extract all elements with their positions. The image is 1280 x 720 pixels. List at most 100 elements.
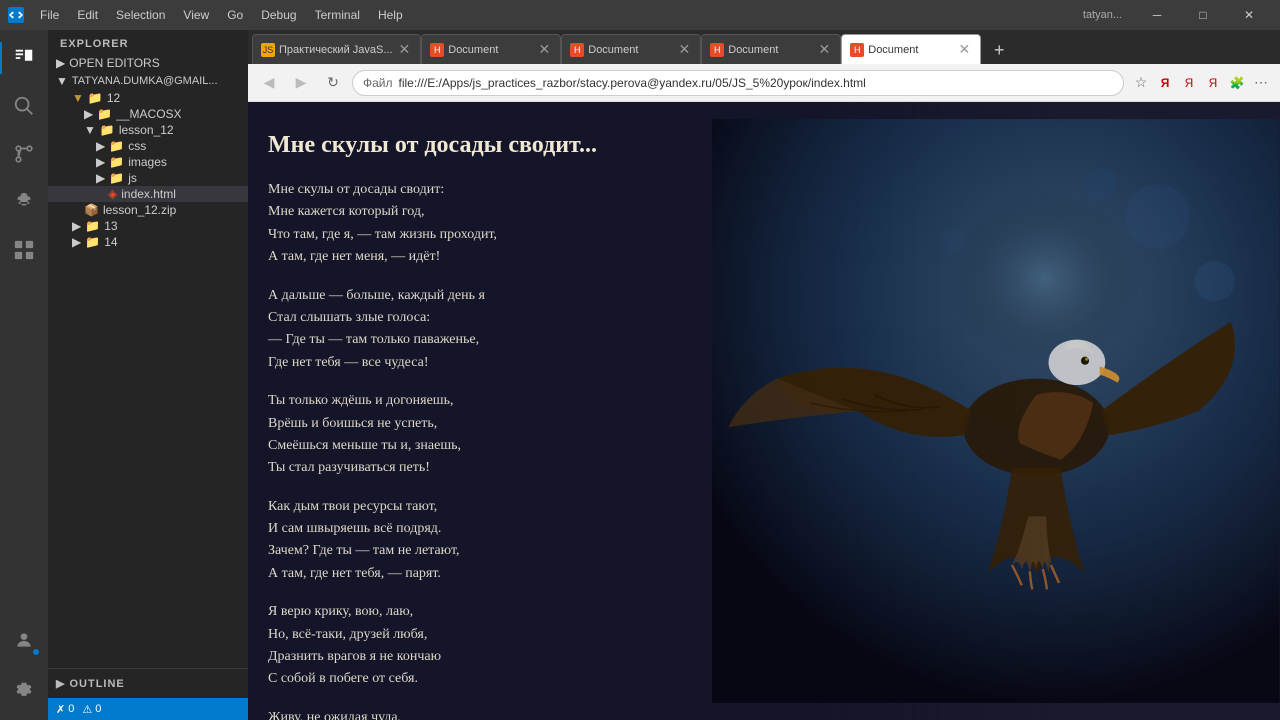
maximize-button[interactable]: □ bbox=[1180, 0, 1226, 30]
poem-stanza-0: Мне скулы от досады сводит: Мне кажется … bbox=[268, 179, 788, 269]
poem-line: — Где ты — там только паваженье, bbox=[268, 329, 788, 351]
tab-0-title: Практический JavaS... bbox=[279, 44, 393, 56]
activity-bottom bbox=[0, 616, 48, 712]
poem-stanza-1: А дальше — больше, каждый день я Стал сл… bbox=[268, 285, 788, 375]
browser-tab-2[interactable]: H Document ✕ bbox=[561, 34, 701, 64]
tab-4-close[interactable]: ✕ bbox=[957, 41, 973, 58]
refresh-button[interactable]: ↻ bbox=[320, 70, 346, 96]
poem-stanza-4: Я верю крику, вою, лаю, Но, всё-таки, др… bbox=[268, 601, 788, 691]
folder-lesson12-icon: 📁 bbox=[100, 123, 115, 137]
poem-line: Но, всё-таки, друзей любя, bbox=[268, 624, 788, 646]
poem-stanza-3: Как дым твои ресурсы тают, И сам швыряеш… bbox=[268, 496, 788, 586]
folder-macosx-label: __MACOSX bbox=[116, 107, 181, 121]
outline-header[interactable]: ▶ OUTLINE bbox=[48, 673, 248, 694]
title-bar-right: tatyan... ─ □ ✕ bbox=[1083, 0, 1272, 30]
poem-line: Живу, не ожидая чуда, bbox=[268, 707, 788, 720]
main-layout: Explorer ▶ OPEN EDITORS ▼ TATYANA.DUMKA@… bbox=[0, 30, 1280, 720]
poem-content: Мне скулы от досады сводит... Мне скулы … bbox=[268, 132, 788, 720]
explorer-activity-icon[interactable] bbox=[0, 34, 48, 82]
folder-js-chevron: ▶ bbox=[96, 171, 105, 185]
menu-terminal[interactable]: Terminal bbox=[307, 6, 368, 24]
folder-13-chevron: ▶ bbox=[72, 219, 81, 233]
folder-images-chevron: ▶ bbox=[96, 155, 105, 169]
folder-13-label: 13 bbox=[104, 219, 117, 233]
window-controls: ─ □ ✕ bbox=[1134, 0, 1272, 30]
title-user: tatyan... bbox=[1083, 9, 1122, 21]
tree-item-lesson12zip[interactable]: 📦 lesson_12.zip bbox=[48, 202, 248, 218]
browser-tab-1[interactable]: H Document ✕ bbox=[421, 34, 561, 64]
open-editors-section[interactable]: ▶ OPEN EDITORS bbox=[48, 54, 248, 72]
status-errors[interactable]: ✗ 0 bbox=[56, 703, 74, 716]
poem-line: С собой в побеге от себя. bbox=[268, 668, 788, 690]
extension-icon[interactable]: 🧩 bbox=[1226, 72, 1248, 94]
back-button[interactable]: ◀ bbox=[256, 70, 282, 96]
menu-go[interactable]: Go bbox=[219, 6, 251, 24]
browser-tab-4[interactable]: H Document ✕ bbox=[841, 34, 981, 64]
poem-line: Как дым твои ресурсы тают, bbox=[268, 496, 788, 518]
poem-line: Мне скулы от досады сводит: bbox=[268, 179, 788, 201]
tree-item-css[interactable]: ▶ 📁 css bbox=[48, 138, 248, 154]
address-text: file:///E:/Apps/js_practices_razbor/stac… bbox=[399, 76, 1113, 90]
search-activity-icon[interactable] bbox=[0, 82, 48, 130]
outline-section: ▶ OUTLINE bbox=[48, 668, 248, 698]
folder-12-chevron: ▼ bbox=[72, 91, 84, 105]
poem-line: Я верю крику, вою, лаю, bbox=[268, 601, 788, 623]
user-section[interactable]: ▼ TATYANA.DUMKA@GMAIL... bbox=[48, 72, 248, 90]
poem-line: А там, где нет тебя, — парят. bbox=[268, 563, 788, 585]
poem-line: Что там, где я, — там жизнь проходит, bbox=[268, 224, 788, 246]
forward-button[interactable]: ▶ bbox=[288, 70, 314, 96]
right-panel: JS Практический JavaS... ✕ H Document ✕ … bbox=[248, 30, 1280, 720]
folder-js-label: js bbox=[128, 171, 137, 185]
browser-tab-0[interactable]: JS Практический JavaS... ✕ bbox=[252, 34, 421, 64]
tree-item-js[interactable]: ▶ 📁 js bbox=[48, 170, 248, 186]
title-bar-left: File Edit Selection View Go Debug Termin… bbox=[8, 6, 411, 24]
status-bar: ✗ 0 ⚠ 0 bbox=[48, 698, 248, 720]
browser-tabs: JS Практический JavaS... ✕ H Document ✕ … bbox=[248, 30, 1280, 64]
poem-line: Зачем? Где ты — там не летают, bbox=[268, 540, 788, 562]
tab-3-title: Document bbox=[728, 44, 812, 56]
tree-item-13[interactable]: ▶ 📁 13 bbox=[48, 218, 248, 234]
extensions-activity-icon[interactable] bbox=[0, 226, 48, 274]
tab-2-close[interactable]: ✕ bbox=[677, 41, 693, 58]
toolbar-actions: ☆ Я Я Я 🧩 ⋯ bbox=[1130, 72, 1272, 94]
close-button[interactable]: ✕ bbox=[1226, 0, 1272, 30]
tab-3-close[interactable]: ✕ bbox=[817, 41, 833, 58]
tree-item-lesson12[interactable]: ▼ 📁 lesson_12 bbox=[48, 122, 248, 138]
menu-view[interactable]: View bbox=[175, 6, 217, 24]
browser-toolbar: ◀ ▶ ↻ Файл file:///E:/Apps/js_practices_… bbox=[248, 64, 1280, 102]
menu-edit[interactable]: Edit bbox=[69, 6, 106, 24]
tree-item-macosx[interactable]: ▶ 📁 __MACOSX bbox=[48, 106, 248, 122]
menu-file[interactable]: File bbox=[32, 6, 67, 24]
folder-lesson12-chevron: ▼ bbox=[84, 123, 96, 137]
settings-activity-icon[interactable] bbox=[0, 664, 48, 712]
debug-activity-icon[interactable] bbox=[0, 178, 48, 226]
address-bar[interactable]: Файл file:///E:/Apps/js_practices_razbor… bbox=[352, 70, 1124, 96]
status-warnings[interactable]: ⚠ 0 bbox=[82, 703, 101, 716]
tab-1-title: Document bbox=[448, 44, 532, 56]
folder-13-icon: 📁 bbox=[85, 219, 100, 233]
bookmark-button[interactable]: ☆ bbox=[1130, 72, 1152, 94]
poem-title: Мне скулы от досады сводит... bbox=[268, 132, 788, 159]
new-tab-button[interactable]: + bbox=[985, 36, 1013, 64]
tab-1-close[interactable]: ✕ bbox=[537, 41, 553, 58]
yandex-icon-1[interactable]: Я bbox=[1154, 72, 1176, 94]
menu-help[interactable]: Help bbox=[370, 6, 411, 24]
git-activity-icon[interactable] bbox=[0, 130, 48, 178]
browser-tab-3[interactable]: H Document ✕ bbox=[701, 34, 841, 64]
minimize-button[interactable]: ─ bbox=[1134, 0, 1180, 30]
tree-item-indexhtml[interactable]: ◈ index.html bbox=[48, 186, 248, 202]
tree-item-12[interactable]: ▼ 📁 12 bbox=[48, 90, 248, 106]
folder-14-icon: 📁 bbox=[85, 235, 100, 249]
yandex-icon-2[interactable]: Я bbox=[1178, 72, 1200, 94]
warning-icon: ⚠ bbox=[82, 703, 92, 716]
yandex-icon-3[interactable]: Я bbox=[1202, 72, 1224, 94]
account-activity-icon[interactable] bbox=[0, 616, 48, 664]
folder-macosx-chevron: ▶ bbox=[84, 107, 93, 121]
menu-selection[interactable]: Selection bbox=[108, 6, 173, 24]
tree-item-images[interactable]: ▶ 📁 images bbox=[48, 154, 248, 170]
tree-item-14[interactable]: ▶ 📁 14 bbox=[48, 234, 248, 250]
menu-debug[interactable]: Debug bbox=[253, 6, 304, 24]
more-button[interactable]: ⋯ bbox=[1250, 72, 1272, 94]
poem-line: Стал слышать злые голоса: bbox=[268, 307, 788, 329]
tab-0-close[interactable]: ✕ bbox=[397, 41, 413, 58]
